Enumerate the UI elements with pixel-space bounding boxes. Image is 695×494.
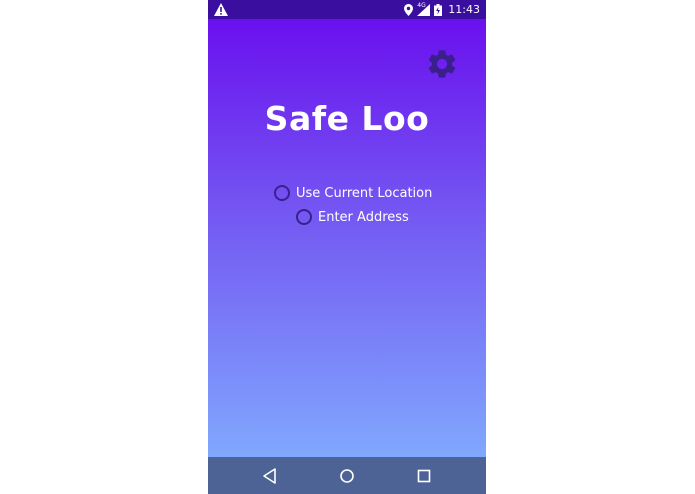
recent-apps-icon[interactable]: [414, 466, 434, 486]
status-icons: 4G 11:43: [404, 2, 480, 17]
app-title: Safe Loo: [264, 99, 430, 138]
status-time: 11:43: [448, 3, 480, 16]
app-content: Safe Loo Use Current Location Enter Addr…: [208, 19, 486, 457]
back-icon[interactable]: [260, 466, 280, 486]
radio-button-icon[interactable]: [296, 209, 312, 225]
gear-icon[interactable]: [425, 47, 459, 81]
location-pin-icon: [404, 3, 414, 16]
use-current-location-option[interactable]: Use Current Location: [274, 185, 432, 201]
enter-address-option[interactable]: Enter Address: [296, 209, 409, 225]
use-current-location-label: Use Current Location: [296, 185, 433, 201]
navigation-bar: [208, 457, 486, 494]
radio-button-icon[interactable]: [274, 185, 290, 201]
status-bar: 4G 11:43: [208, 0, 486, 19]
signal-icon: [417, 3, 431, 16]
enter-address-label: Enter Address: [318, 209, 409, 225]
signal-strength: 4G: [417, 2, 431, 16]
battery-icon: [434, 3, 443, 16]
warning-icon: [214, 3, 228, 16]
phone-screen: 4G 11:43 Safe Loo Use Current Location E…: [208, 0, 486, 494]
home-icon[interactable]: [337, 466, 357, 486]
